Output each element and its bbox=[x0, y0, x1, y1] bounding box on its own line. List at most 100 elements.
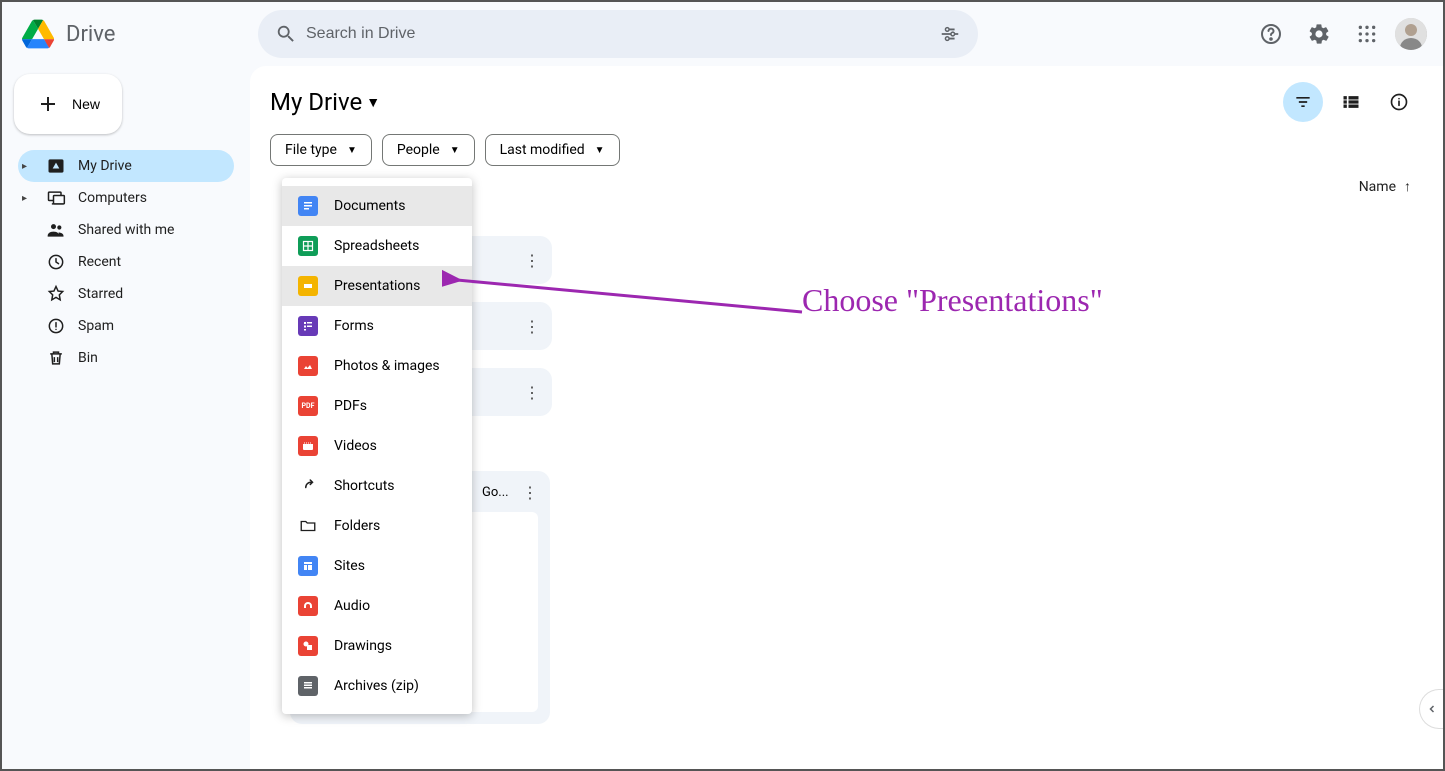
dropdown-item-drawings[interactable]: Drawings bbox=[282, 626, 472, 666]
dropdown-item-presentations[interactable]: Presentations bbox=[282, 266, 472, 306]
dropdown-label: Folders bbox=[334, 518, 380, 534]
dropdown-item-audio[interactable]: Audio bbox=[282, 586, 472, 626]
dropdown-label: Forms bbox=[334, 318, 374, 334]
dropdown-label: Presentations bbox=[334, 278, 420, 294]
dropdown-item-shortcuts[interactable]: Shortcuts bbox=[282, 466, 472, 506]
dropdown-label: Sites bbox=[334, 558, 365, 574]
sidebar: New ▸ My Drive ▸ Computers Shared with m… bbox=[2, 66, 250, 769]
dropdown-item-folders[interactable]: Folders bbox=[282, 506, 472, 546]
bin-icon bbox=[46, 348, 66, 368]
caret-down-icon: ▼ bbox=[595, 145, 605, 156]
nav-bin[interactable]: Bin bbox=[18, 342, 234, 374]
pdf-icon: PDF bbox=[298, 396, 318, 416]
dropdown-label: Spreadsheets bbox=[334, 238, 419, 254]
dropdown-label: Audio bbox=[334, 598, 370, 614]
search-bar[interactable] bbox=[258, 10, 978, 58]
file-type-dropdown: Documents Spreadsheets Presentations For… bbox=[282, 178, 472, 714]
dropdown-item-photos[interactable]: Photos & images bbox=[282, 346, 472, 386]
photos-icon bbox=[298, 356, 318, 376]
filter-label: People bbox=[397, 142, 440, 158]
breadcrumb-label: My Drive bbox=[270, 88, 362, 116]
chevron-right-icon: ▸ bbox=[22, 193, 34, 204]
avatar[interactable] bbox=[1395, 18, 1427, 50]
new-button[interactable]: New bbox=[14, 74, 122, 134]
nav-label: Recent bbox=[78, 254, 121, 270]
filter-label: File type bbox=[285, 142, 337, 158]
apps-icon[interactable] bbox=[1347, 14, 1387, 54]
filter-last-modified[interactable]: Last modified ▼ bbox=[485, 134, 620, 166]
sites-icon bbox=[298, 556, 318, 576]
more-icon[interactable]: ⋮ bbox=[520, 248, 544, 272]
caret-down-icon: ▼ bbox=[347, 145, 357, 156]
more-icon[interactable]: ⋮ bbox=[520, 314, 544, 338]
nav-list: ▸ My Drive ▸ Computers Shared with me Re… bbox=[18, 150, 234, 374]
filter-row: File type ▼ People ▼ Last modified ▼ bbox=[270, 134, 1419, 166]
view-controls bbox=[1283, 82, 1419, 122]
search-options-icon[interactable] bbox=[930, 14, 970, 54]
dropdown-label: Shortcuts bbox=[334, 478, 395, 494]
nav-shared[interactable]: Shared with me bbox=[18, 214, 234, 246]
dropdown-item-forms[interactable]: Forms bbox=[282, 306, 472, 346]
shortcuts-icon bbox=[298, 476, 318, 496]
dropdown-label: Videos bbox=[334, 438, 377, 454]
filter-toggle[interactable] bbox=[1283, 82, 1323, 122]
audio-icon bbox=[298, 596, 318, 616]
info-icon[interactable] bbox=[1379, 82, 1419, 122]
nav-label: Bin bbox=[78, 350, 98, 366]
more-icon[interactable]: ⋮ bbox=[520, 380, 544, 404]
breadcrumb[interactable]: My Drive ▼ bbox=[270, 88, 380, 116]
dropdown-item-sites[interactable]: Sites bbox=[282, 546, 472, 586]
dropdown-item-documents[interactable]: Documents bbox=[282, 186, 472, 226]
filter-label: Last modified bbox=[500, 142, 585, 158]
nav-label: Starred bbox=[78, 286, 123, 302]
nav-label: Computers bbox=[78, 190, 147, 206]
presentations-icon bbox=[298, 276, 318, 296]
dropdown-label: Drawings bbox=[334, 638, 392, 654]
body: New ▸ My Drive ▸ Computers Shared with m… bbox=[2, 66, 1443, 769]
dropdown-label: PDFs bbox=[334, 398, 367, 414]
breadcrumb-row: My Drive ▼ bbox=[270, 82, 1419, 122]
caret-down-icon: ▼ bbox=[366, 94, 380, 111]
new-button-label: New bbox=[72, 96, 100, 112]
nav-spam[interactable]: Spam bbox=[18, 310, 234, 342]
spreadsheets-icon bbox=[298, 236, 318, 256]
more-icon[interactable]: ⋮ bbox=[522, 483, 538, 502]
nav-label: Shared with me bbox=[78, 222, 174, 238]
file-card-title: Go... bbox=[482, 485, 522, 500]
drawings-icon bbox=[298, 636, 318, 656]
sort-label: Name bbox=[1359, 179, 1396, 195]
drive-nav-icon bbox=[46, 156, 66, 176]
chevron-right-icon: ▸ bbox=[22, 161, 34, 172]
nav-label: My Drive bbox=[78, 158, 132, 174]
nav-my-drive[interactable]: ▸ My Drive bbox=[18, 150, 234, 182]
dropdown-item-pdfs[interactable]: PDF PDFs bbox=[282, 386, 472, 426]
plus-icon bbox=[36, 92, 60, 116]
dropdown-item-archives[interactable]: Archives (zip) bbox=[282, 666, 472, 706]
dropdown-label: Documents bbox=[334, 198, 405, 214]
folders-icon bbox=[298, 516, 318, 536]
filter-file-type[interactable]: File type ▼ bbox=[270, 134, 372, 166]
spam-icon bbox=[46, 316, 66, 336]
computers-icon bbox=[46, 188, 66, 208]
list-view-icon[interactable] bbox=[1331, 82, 1371, 122]
arrow-up-icon: ↑ bbox=[1404, 178, 1411, 195]
app-name: Drive bbox=[66, 22, 115, 47]
dropdown-label: Photos & images bbox=[334, 358, 440, 374]
nav-starred[interactable]: Starred bbox=[18, 278, 234, 310]
settings-icon[interactable] bbox=[1299, 14, 1339, 54]
shared-icon bbox=[46, 220, 66, 240]
support-icon[interactable] bbox=[1251, 14, 1291, 54]
forms-icon bbox=[298, 316, 318, 336]
search-input[interactable] bbox=[306, 25, 930, 43]
header: Drive bbox=[2, 2, 1443, 66]
nav-computers[interactable]: ▸ Computers bbox=[18, 182, 234, 214]
filter-people[interactable]: People ▼ bbox=[382, 134, 475, 166]
drive-logo-icon bbox=[18, 14, 58, 54]
nav-label: Spam bbox=[78, 318, 114, 334]
drive-logo-link[interactable]: Drive bbox=[18, 14, 250, 54]
dropdown-item-spreadsheets[interactable]: Spreadsheets bbox=[282, 226, 472, 266]
search-icon[interactable] bbox=[266, 14, 306, 54]
dropdown-label: Archives (zip) bbox=[334, 678, 419, 694]
nav-recent[interactable]: Recent bbox=[18, 246, 234, 278]
dropdown-item-videos[interactable]: Videos bbox=[282, 426, 472, 466]
